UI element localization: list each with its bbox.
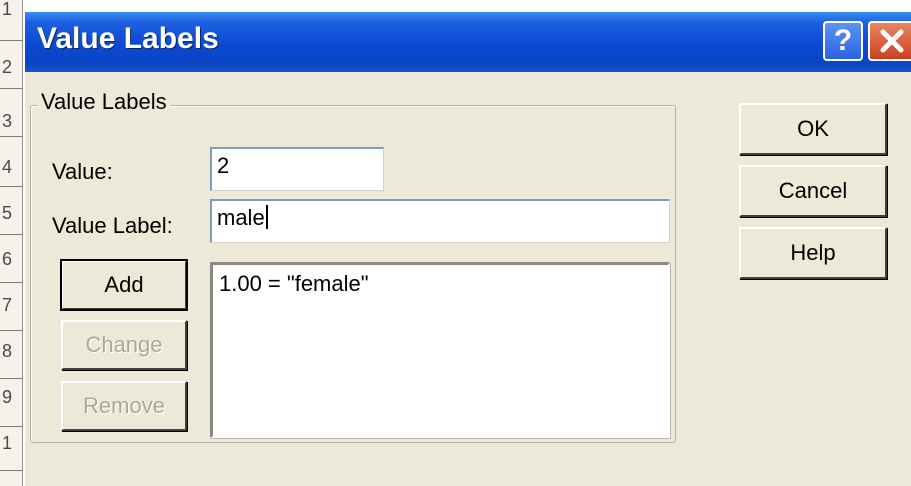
help-button-label: Help bbox=[790, 240, 836, 265]
remove-button[interactable]: Remove bbox=[61, 381, 187, 431]
ruler-tick bbox=[0, 186, 22, 187]
row-ruler: 1 2 3 4 5 6 7 8 9 1 bbox=[0, 0, 23, 486]
ruler-number: 3 bbox=[2, 111, 13, 131]
ruler-number: 2 bbox=[2, 57, 13, 77]
groupbox-label: Value Labels bbox=[38, 89, 170, 115]
value-input-text: 2 bbox=[217, 153, 230, 178]
cancel-button-label: Cancel bbox=[778, 178, 848, 203]
help-question-icon[interactable]: ? bbox=[823, 21, 863, 61]
add-button[interactable]: Add bbox=[60, 259, 188, 311]
ruler-tick bbox=[0, 378, 22, 379]
ruler-number: 1 bbox=[2, 433, 13, 453]
list-item[interactable]: 1.00 = "female" bbox=[219, 271, 369, 297]
ruler-number: 1 bbox=[2, 0, 13, 19]
ruler-number: 6 bbox=[2, 249, 13, 269]
value-label-input-text: male bbox=[217, 205, 265, 230]
ruler-tick bbox=[0, 330, 22, 331]
ruler-tick bbox=[0, 470, 22, 471]
ruler-number: 8 bbox=[2, 341, 13, 361]
ruler-number: 7 bbox=[2, 295, 13, 315]
ruler-number: 5 bbox=[2, 203, 13, 223]
help-button[interactable]: Help bbox=[739, 227, 887, 279]
cancel-button[interactable]: Cancel bbox=[739, 165, 887, 217]
close-x-glyph bbox=[880, 29, 903, 53]
value-label: Value: bbox=[52, 159, 113, 184]
change-button-label: Change bbox=[85, 332, 163, 357]
value-label-input[interactable]: male bbox=[210, 199, 670, 243]
add-button-label: Add bbox=[104, 272, 144, 297]
ruler-tick bbox=[0, 426, 22, 427]
value-label-label: Value Label: bbox=[52, 213, 173, 238]
text-caret bbox=[265, 205, 268, 229]
ruler-tick bbox=[0, 40, 22, 41]
ok-button[interactable]: OK bbox=[739, 103, 887, 155]
ok-button-label: OK bbox=[797, 116, 829, 141]
ruler-tick bbox=[0, 234, 22, 235]
ruler-tick bbox=[0, 136, 22, 137]
ruler-tick bbox=[0, 282, 22, 283]
ruler-number: 9 bbox=[2, 387, 13, 407]
value-input[interactable]: 2 bbox=[210, 147, 384, 191]
ruler-number: 4 bbox=[2, 157, 13, 177]
dialog-title: Value Labels bbox=[37, 22, 219, 55]
question-mark-glyph: ? bbox=[833, 24, 853, 57]
ruler-tick bbox=[0, 88, 22, 89]
remove-button-label: Remove bbox=[83, 393, 165, 418]
value-labels-list[interactable]: 1.00 = "female" bbox=[210, 262, 670, 438]
change-button[interactable]: Change bbox=[61, 320, 187, 370]
close-icon[interactable] bbox=[868, 21, 911, 61]
title-bar[interactable]: Value Labels ? bbox=[25, 12, 911, 72]
